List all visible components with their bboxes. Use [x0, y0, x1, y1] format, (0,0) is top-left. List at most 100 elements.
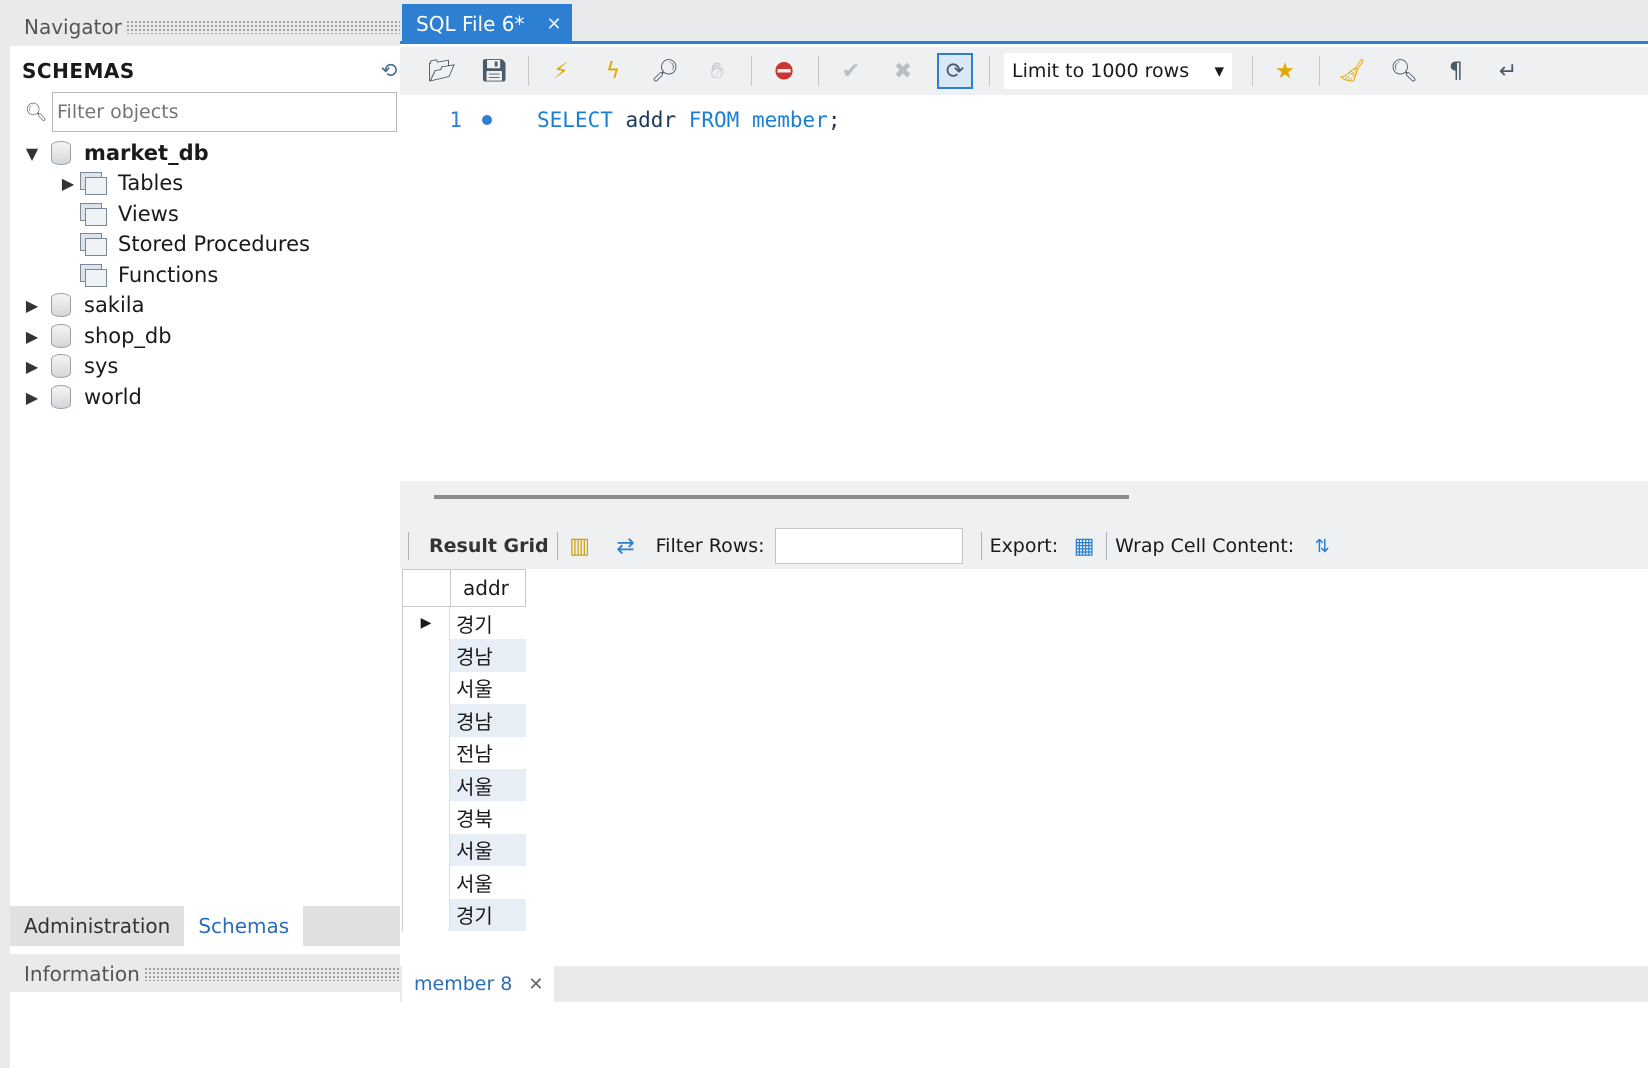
invisible-chars-icon[interactable]: ¶ [1438, 53, 1474, 89]
table-row[interactable]: 경남 [402, 639, 526, 672]
tree-item-world[interactable]: ▶ world [22, 382, 142, 412]
limit-rows-select[interactable]: Limit to 1000 rows ▾ [1004, 53, 1232, 89]
table-row[interactable]: 경남 [402, 704, 526, 737]
separator [528, 56, 529, 86]
close-icon[interactable]: ✕ [528, 974, 543, 995]
stop-icon[interactable]: ✋︎ [699, 53, 735, 89]
collapsed-arrow-icon[interactable]: ▶ [22, 357, 42, 376]
horizontal-scrollbar[interactable] [434, 495, 1129, 499]
table-cell[interactable]: 경남 [450, 639, 526, 672]
tab-schemas[interactable]: Schemas [184, 906, 304, 946]
add-snippet-star-icon[interactable]: ★ [1267, 53, 1303, 89]
close-icon[interactable]: ✕ [547, 14, 562, 35]
tree-item-label: market_db [84, 141, 209, 165]
table-row[interactable]: 서울 [402, 671, 526, 705]
database-icon [48, 138, 74, 168]
rollback-icon[interactable]: ✖ [885, 53, 921, 89]
sql-identifier: addr [625, 108, 677, 132]
tree-item-label: Views [118, 202, 179, 226]
tree-item-sys[interactable]: ▶ sys [22, 351, 118, 381]
tab-administration[interactable]: Administration [10, 906, 184, 946]
tree-item-market-db[interactable]: ▼ market_db [22, 138, 209, 168]
table-cell[interactable]: 경북 [450, 801, 526, 834]
filter-rows-input[interactable] [774, 528, 963, 564]
table-row[interactable]: 전남 [402, 736, 526, 769]
wrap-cell-icon[interactable]: ⇅ [1308, 536, 1336, 557]
table-row[interactable]: 경기 [402, 898, 526, 931]
row-header[interactable] [402, 736, 450, 769]
splitter[interactable] [400, 481, 1648, 523]
filter-objects-row: 🔍︎ [20, 92, 405, 132]
search-icon: 🔍︎ [24, 101, 48, 123]
beautify-broom-icon[interactable]: 🧹︎ [1334, 53, 1370, 89]
tree-item-shop-db[interactable]: ▶ shop_db [22, 321, 172, 351]
navigator-title: Navigator [24, 15, 122, 39]
tab-sql-file[interactable]: SQL File 6* ✕ [402, 4, 572, 44]
tree-item-sakila[interactable]: ▶ sakila [22, 290, 145, 320]
find-icon[interactable]: 🔍︎ [1386, 53, 1422, 89]
grid-view-icon[interactable]: ▥ [566, 534, 594, 559]
grid-rows: ▶ 경기 경남 서울 경남 전남 서울 경북 서울 서울 경기 [402, 607, 526, 931]
row-header[interactable] [402, 898, 450, 931]
table-row[interactable]: 서울 [402, 866, 526, 899]
functions-folder-icon [78, 262, 108, 288]
table-cell[interactable]: 경기 [450, 898, 526, 931]
wrap-lines-icon[interactable]: ↵ [1490, 53, 1526, 89]
table-row[interactable]: 경북 [402, 801, 526, 834]
sql-statement[interactable]: SELECT addr FROM member; [537, 108, 841, 132]
row-header[interactable] [402, 768, 450, 802]
export-icon[interactable]: ▦ [1070, 534, 1098, 559]
database-icon [48, 290, 74, 320]
autocommit-toggle-icon[interactable]: ⟳ [937, 53, 973, 89]
collapsed-arrow-icon[interactable]: ▶ [58, 174, 78, 193]
table-row[interactable]: ▶ 경기 [402, 607, 526, 640]
current-row-arrow-icon[interactable]: ▶ [402, 607, 450, 640]
tree-item-functions[interactable]: Functions [78, 260, 218, 290]
table-cell[interactable]: 서울 [450, 768, 526, 802]
procedures-folder-icon [78, 231, 108, 257]
tree-item-label: sakila [84, 293, 145, 317]
tree-item-stored-procedures[interactable]: Stored Procedures [78, 229, 310, 259]
column-header-addr[interactable]: addr [450, 569, 526, 607]
open-folder-icon[interactable]: 📂︎ [424, 53, 460, 89]
main-area: SQL File 6* ✕ 📂︎ 💾︎ ⚡ ϟ 🔎︎ ✋︎ ⛔︎ ✔ ✖ ⟳ L… [400, 0, 1648, 1068]
sql-editor[interactable]: 1 SELECT addr FROM member; [400, 95, 1648, 481]
refresh-results-icon[interactable]: ⇄ [612, 534, 640, 559]
chevron-down-icon: ▾ [1214, 60, 1224, 82]
table-row[interactable]: 서울 [402, 833, 526, 867]
row-header[interactable] [402, 639, 450, 672]
row-header[interactable] [402, 801, 450, 834]
wrap-cell-label: Wrap Cell Content: [1115, 535, 1295, 557]
row-header[interactable] [402, 671, 450, 705]
result-tabs: member 8 ✕ [400, 966, 1648, 1002]
save-icon[interactable]: 💾︎ [476, 53, 512, 89]
row-header[interactable] [402, 866, 450, 899]
separator [1252, 56, 1253, 86]
expanded-arrow-icon[interactable]: ▼ [22, 144, 42, 163]
result-grid-label[interactable]: Result Grid [417, 535, 549, 557]
table-cell[interactable]: 서울 [450, 671, 526, 705]
refresh-icon[interactable]: ⟲ [376, 58, 402, 84]
table-cell[interactable]: 경기 [450, 607, 526, 640]
table-row[interactable]: 서울 [402, 768, 526, 802]
collapsed-arrow-icon[interactable]: ▶ [22, 327, 42, 346]
execute-current-icon[interactable]: ϟ [595, 53, 631, 89]
tree-item-tables[interactable]: ▶ Tables [58, 168, 183, 198]
row-header[interactable] [402, 704, 450, 737]
commit-icon[interactable]: ✔ [833, 53, 869, 89]
tree-item-views[interactable]: Views [78, 199, 179, 229]
table-cell[interactable]: 서울 [450, 866, 526, 899]
tab-result-member[interactable]: member 8 ✕ [402, 966, 554, 1002]
table-cell[interactable]: 경남 [450, 704, 526, 737]
collapsed-arrow-icon[interactable]: ▶ [22, 388, 42, 407]
sql-identifier: member [751, 108, 828, 132]
collapsed-arrow-icon[interactable]: ▶ [22, 296, 42, 315]
row-header[interactable] [402, 833, 450, 867]
stop-on-error-icon[interactable]: ⛔︎ [766, 53, 802, 89]
tree-item-label: Functions [118, 263, 219, 287]
execute-icon[interactable]: ⚡ [543, 53, 579, 89]
table-cell[interactable]: 서울 [450, 833, 526, 867]
explain-icon[interactable]: 🔎︎ [647, 53, 683, 89]
filter-objects-input[interactable] [52, 92, 397, 132]
table-cell[interactable]: 전남 [450, 736, 526, 769]
